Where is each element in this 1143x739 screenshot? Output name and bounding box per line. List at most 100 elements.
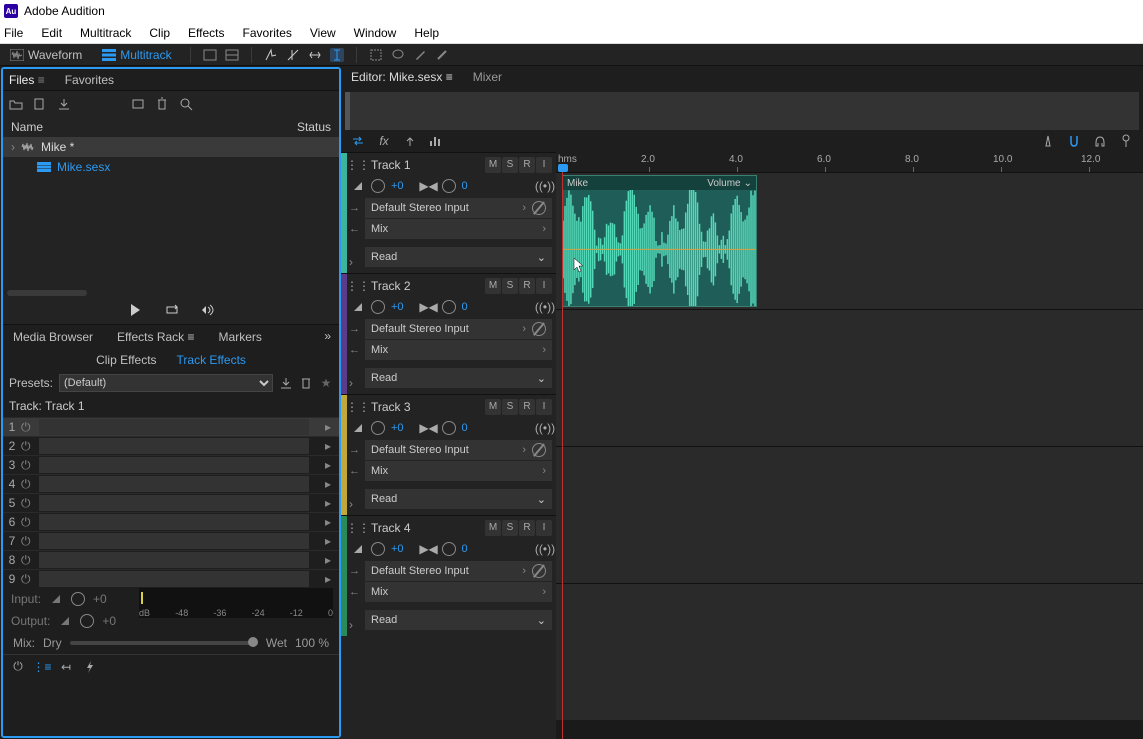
record-button[interactable]: R: [519, 520, 535, 536]
eq-icon[interactable]: [429, 134, 443, 148]
tab-media-browser[interactable]: Media Browser: [13, 330, 93, 344]
power-all-icon[interactable]: ⏻: [11, 660, 25, 674]
time-select-tool-icon[interactable]: [330, 48, 344, 62]
menu-file[interactable]: File: [4, 26, 23, 40]
audio-clip[interactable]: MikeVolume ⌄: [562, 175, 757, 307]
delete-icon[interactable]: [155, 97, 169, 111]
status-column[interactable]: Status: [297, 120, 331, 134]
menu-help[interactable]: Help: [414, 26, 439, 40]
razor-tool-icon[interactable]: [286, 48, 300, 62]
mute-button[interactable]: M: [485, 157, 501, 173]
volume-value[interactable]: +0: [391, 301, 404, 313]
brush-tool-icon[interactable]: [413, 48, 427, 62]
effect-slot[interactable]: 5⏻▸: [3, 493, 339, 512]
solo-button[interactable]: S: [502, 278, 518, 294]
hud-icon-2[interactable]: [225, 48, 239, 62]
lasso-tool-icon[interactable]: [391, 48, 405, 62]
automation-mode-select[interactable]: Read⌄: [365, 247, 552, 267]
phase-icon[interactable]: [532, 564, 546, 578]
pin-icon[interactable]: [1119, 134, 1133, 148]
track-name[interactable]: Track 2: [371, 279, 479, 293]
output-select[interactable]: ←Mix›: [365, 340, 552, 360]
pan-value[interactable]: 0: [462, 422, 468, 434]
effect-slot[interactable]: 9⏻▸: [3, 569, 339, 588]
effect-slot[interactable]: 3⏻▸: [3, 455, 339, 474]
lightning-icon[interactable]: [83, 660, 97, 674]
waveform-mode-button[interactable]: Waveform: [4, 46, 88, 64]
hamburger-icon[interactable]: ≡: [188, 330, 195, 344]
collapse-icon[interactable]: ›: [349, 618, 353, 632]
disclosure-icon[interactable]: ›: [11, 140, 15, 154]
mute-button[interactable]: M: [485, 278, 501, 294]
tab-favorites[interactable]: Favorites: [65, 73, 114, 87]
output-select[interactable]: ←Mix›: [365, 582, 552, 602]
stereo-icon[interactable]: ((•)): [538, 300, 552, 314]
automation-mode-select[interactable]: Read⌄: [365, 489, 552, 509]
marquee-tool-icon[interactable]: [369, 48, 383, 62]
grip-icon[interactable]: ⋮⋮: [351, 400, 365, 414]
mute-button[interactable]: M: [485, 399, 501, 415]
file-row[interactable]: Mike.sesx: [3, 157, 339, 177]
collapse-icon[interactable]: ›: [349, 376, 353, 390]
fx-icon[interactable]: fx: [377, 134, 391, 148]
phase-icon[interactable]: [532, 322, 546, 336]
record-button[interactable]: R: [519, 399, 535, 415]
collapse-icon[interactable]: ›: [349, 255, 353, 269]
effect-slot[interactable]: 4⏻▸: [3, 474, 339, 493]
grip-icon[interactable]: ⋮⋮: [351, 279, 365, 293]
volume-value[interactable]: +0: [391, 422, 404, 434]
stereo-icon[interactable]: ((•)): [538, 542, 552, 556]
phase-icon[interactable]: [532, 443, 546, 457]
track-lane[interactable]: [556, 583, 1143, 720]
pan-value[interactable]: 0: [462, 180, 468, 192]
sends-icon[interactable]: [403, 134, 417, 148]
pan-value[interactable]: 0: [462, 543, 468, 555]
effect-slot[interactable]: 6⏻▸: [3, 512, 339, 531]
swap-icon[interactable]: [351, 134, 365, 148]
volume-value[interactable]: +0: [391, 543, 404, 555]
metronome-icon[interactable]: [1041, 134, 1055, 148]
pan-knob[interactable]: [442, 421, 456, 435]
favorite-icon[interactable]: ★: [319, 376, 333, 390]
track-lane[interactable]: MikeVolume ⌄: [556, 172, 1143, 309]
overview-bar[interactable]: [345, 92, 1139, 130]
menu-effects[interactable]: Effects: [188, 26, 224, 40]
grip-icon[interactable]: ⋮⋮: [351, 158, 365, 172]
input-knob[interactable]: [71, 592, 85, 606]
menu-edit[interactable]: Edit: [41, 26, 62, 40]
solo-button[interactable]: S: [502, 520, 518, 536]
tab-files[interactable]: Files ≡: [9, 73, 45, 87]
hamburger-icon[interactable]: ≡: [38, 73, 45, 87]
mix-slider[interactable]: [70, 641, 258, 645]
play-icon[interactable]: [128, 303, 142, 317]
input-select[interactable]: →Default Stereo Input›: [365, 440, 552, 460]
track-name[interactable]: Track 4: [371, 521, 479, 535]
stereo-icon[interactable]: ((•)): [538, 421, 552, 435]
import-icon[interactable]: [57, 97, 71, 111]
expand-icon[interactable]: »: [324, 329, 331, 343]
playhead[interactable]: [562, 169, 563, 739]
timeline[interactable]: hms 2.04.06.08.010.012.0 MikeVolume ⌄: [556, 152, 1143, 739]
collapse-icon[interactable]: ›: [349, 497, 353, 511]
automation-mode-select[interactable]: Read⌄: [365, 610, 552, 630]
clip-volume[interactable]: Volume ⌄: [707, 178, 752, 189]
solo-button[interactable]: S: [502, 157, 518, 173]
input-select[interactable]: →Default Stereo Input›: [365, 198, 552, 218]
track-lane[interactable]: [556, 446, 1143, 583]
monitor-button[interactable]: I: [536, 520, 552, 536]
menu-view[interactable]: View: [310, 26, 336, 40]
effect-slot[interactable]: 2⏻▸: [3, 436, 339, 455]
file-row[interactable]: › Mike *: [3, 137, 339, 157]
save-preset-icon[interactable]: [279, 376, 293, 390]
monitor-button[interactable]: I: [536, 399, 552, 415]
tab-mixer[interactable]: Mixer: [473, 70, 502, 84]
menu-window[interactable]: Window: [354, 26, 397, 40]
volume-knob[interactable]: [371, 542, 385, 556]
effect-slot[interactable]: 8⏻▸: [3, 550, 339, 569]
grip-icon[interactable]: ⋮⋮: [351, 521, 365, 535]
solo-button[interactable]: S: [502, 399, 518, 415]
volume-knob[interactable]: [371, 300, 385, 314]
pan-knob[interactable]: [442, 179, 456, 193]
fx-chain-icon[interactable]: ⋮≡: [35, 660, 49, 674]
slip-tool-icon[interactable]: [308, 48, 322, 62]
